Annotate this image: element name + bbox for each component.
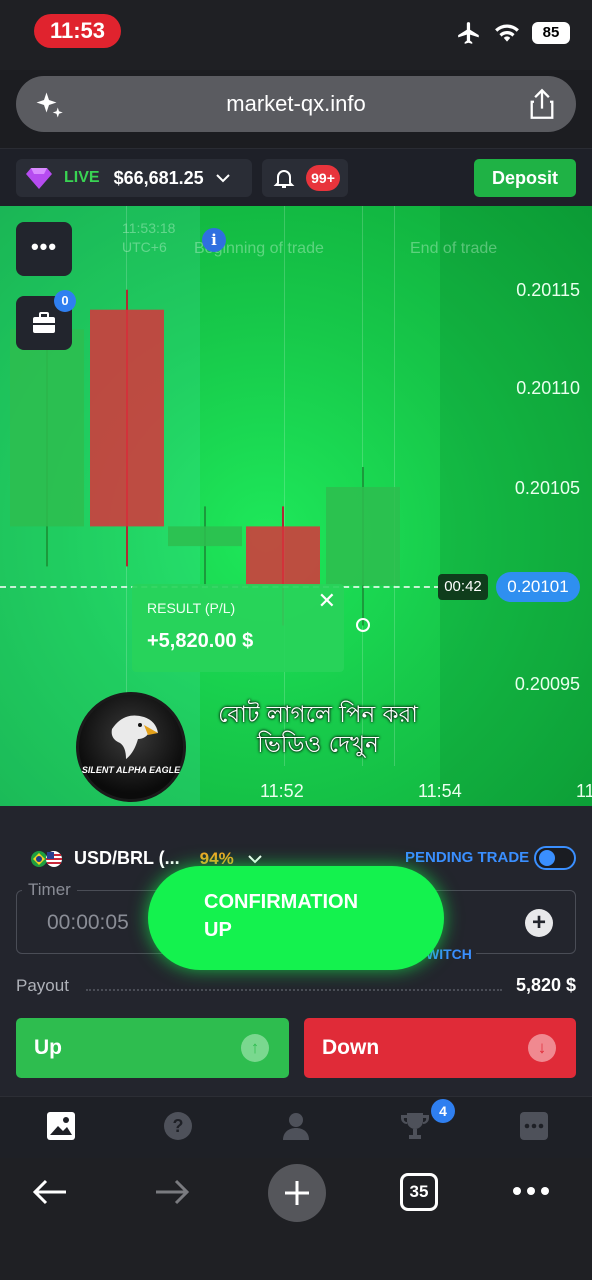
arrow-up-icon: ↑ <box>241 1034 269 1062</box>
chart-menu-button[interactable]: ••• <box>16 222 72 276</box>
logo-caption: SILENT ALPHA EAGLE <box>81 765 181 775</box>
pending-trade-label: PENDING TRADE <box>405 849 530 866</box>
svg-text:?: ? <box>173 1116 184 1136</box>
briefcase-icon <box>33 312 55 333</box>
candle-body <box>246 526 320 586</box>
close-icon[interactable]: ✕ <box>318 588 336 614</box>
balance-value: $66,681.25 <box>113 167 204 188</box>
help-icon[interactable]: ? <box>163 1111 193 1141</box>
battery-icon: 85 <box>532 22 570 44</box>
y-tick: 0.20095 <box>514 674 580 694</box>
deposit-button[interactable]: Deposit <box>474 159 576 197</box>
back-arrow-icon[interactable] <box>32 1178 68 1206</box>
status-time: 11:53 <box>34 14 121 48</box>
account-type-label: LIVE <box>64 169 100 186</box>
candle-body <box>168 526 242 547</box>
new-tab-button[interactable] <box>268 1164 326 1222</box>
candle-wick <box>204 506 206 587</box>
trophy-icon[interactable] <box>400 1111 430 1141</box>
asset-name: USD/BRL (... <box>74 848 180 868</box>
tabs-button[interactable]: 35 <box>400 1173 438 1211</box>
airplane-icon <box>458 22 479 44</box>
result-title: RESULT (P/L) <box>147 600 236 616</box>
chart-icon[interactable] <box>46 1111 76 1141</box>
forward-arrow-icon[interactable] <box>154 1178 190 1206</box>
diamond-icon <box>26 168 52 189</box>
arrow-down-icon: ↓ <box>528 1034 556 1062</box>
plus-icon <box>285 1181 309 1205</box>
notifications-button[interactable]: 99+ <box>262 159 348 197</box>
status-bar: 11:53 85 <box>0 0 592 70</box>
eagle-logo: SILENT ALPHA EAGLE <box>76 692 186 802</box>
bottom-nav: ? 4 <box>0 1096 592 1158</box>
down-button-label: Down <box>322 1036 380 1059</box>
candle-body <box>326 487 400 586</box>
chevron-down-icon[interactable] <box>215 173 230 183</box>
trade-marker <box>356 618 370 632</box>
wifi-icon <box>495 24 519 42</box>
result-popup: RESULT (P/L) +5,820.00 $ ✕ <box>132 584 344 672</box>
y-tick: 0.20105 <box>514 478 580 498</box>
profile-icon[interactable] <box>281 1111 311 1141</box>
result-value: +5,820.00 $ <box>147 630 254 652</box>
x-tick: 11 <box>576 781 592 801</box>
browser-toolbar: 35 <box>0 1158 592 1280</box>
notification-badge: 99+ <box>306 165 340 191</box>
more-icon[interactable] <box>519 1111 549 1141</box>
payout-label: Payout <box>16 976 69 995</box>
more-options-icon[interactable] <box>512 1186 550 1196</box>
confirmation-line: CONFIRMATION <box>204 891 359 913</box>
app-header: LIVE $66,681.25 99+ Deposit <box>0 148 592 206</box>
price-chart[interactable]: 11:53:18 UTC+6 Beginning of trade End of… <box>0 206 592 806</box>
payout-divider <box>86 989 502 991</box>
address-bar[interactable]: market-qx.info <box>16 76 576 132</box>
eagle-icon <box>111 715 158 759</box>
more-dots-icon: ••• <box>30 234 58 259</box>
up-button-label: Up <box>34 1036 62 1059</box>
confirmation-text: CONFIRMATION UP <box>204 888 358 944</box>
overlay-caption-line: বোট লাগলে পিন করা <box>218 702 418 728</box>
share-icon[interactable] <box>528 88 556 120</box>
status-icons: 85 <box>456 20 570 46</box>
x-tick: 11:52 <box>260 781 304 801</box>
overlay-caption-line: ভিডিও দেখুন <box>257 732 379 758</box>
confirmation-overlay: CONFIRMATION UP <box>148 866 444 970</box>
overlay-caption: বোট লাগলে পিন করা ভিডিও দেখুন <box>200 700 436 760</box>
current-price-tag: 0.20101 <box>496 572 580 602</box>
candle-body <box>10 329 84 527</box>
up-button[interactable]: Up ↑ <box>16 1018 289 1078</box>
down-button[interactable]: Down ↓ <box>304 1018 576 1078</box>
payout-value: 5,820 $ <box>515 975 576 995</box>
timer-label: Timer <box>22 880 77 900</box>
account-selector[interactable]: LIVE $66,681.25 <box>16 159 252 197</box>
candle-body <box>90 309 164 527</box>
url-text[interactable]: market-qx.info <box>16 76 576 132</box>
portfolio-badge: 0 <box>54 290 76 312</box>
pending-trade-toggle[interactable] <box>534 846 576 870</box>
confirmation-line: UP <box>204 919 232 941</box>
timer-value[interactable]: 00:00:05 <box>47 911 129 935</box>
y-tick: 0.20115 <box>516 280 580 300</box>
countdown-tag: 00:42 <box>438 574 488 600</box>
timer-plus-button[interactable]: + <box>525 909 553 937</box>
chevron-down-icon[interactable] <box>247 854 262 864</box>
toggle-knob <box>539 850 555 866</box>
bell-icon <box>273 170 295 188</box>
trophy-badge: 4 <box>431 1099 455 1123</box>
y-tick: 0.20110 <box>516 378 580 398</box>
x-tick: 11:54 <box>418 781 462 801</box>
flags-icon <box>31 850 62 867</box>
